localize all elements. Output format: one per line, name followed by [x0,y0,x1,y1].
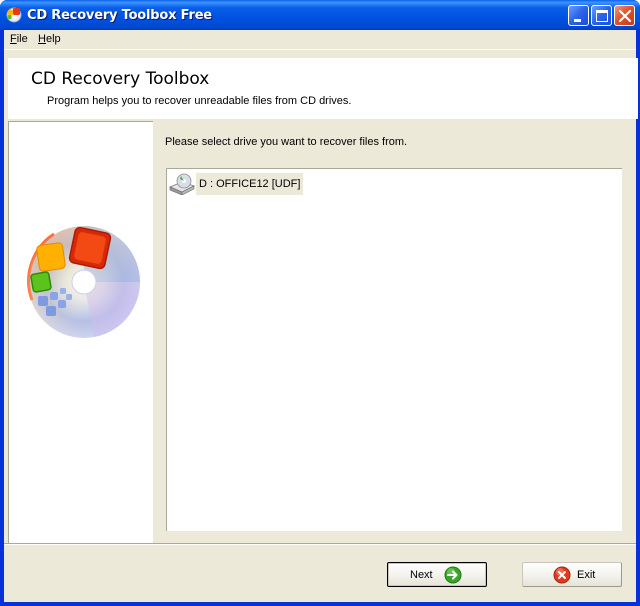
header-title: CD Recovery Toolbox [31,69,210,89]
app-icon [6,7,22,23]
menu-bar: File Help [4,30,636,49]
next-button[interactable]: Next [387,562,487,587]
title-bar[interactable]: CD Recovery Toolbox Free [0,0,640,30]
cd-drive-icon [169,173,195,195]
close-button[interactable] [614,5,635,26]
instruction-text: Please select drive you want to recover … [165,136,408,148]
drive-list[interactable]: D : OFFICE12 [UDF] [166,168,622,531]
next-button-label: Next [410,569,433,581]
green-arrow-right-icon [444,566,462,584]
close-icon [618,9,632,23]
menu-help-mnemonic: H [38,33,46,45]
menu-help-label: elp [45,33,61,45]
menu-separator [4,49,636,51]
menu-help[interactable]: Help [38,33,61,45]
footer-separator [4,543,636,545]
cd-logo-icon [27,226,140,338]
header-panel: CD Recovery Toolbox Program helps you to… [8,58,638,119]
maximize-icon [596,10,608,22]
exit-button-label: Exit [577,569,596,581]
menu-file[interactable]: File [10,33,28,45]
menu-file-label: ile [16,33,28,45]
minimize-icon [574,19,581,22]
exit-button[interactable]: Exit [522,562,622,587]
menu-file-mnemonic: F [10,33,17,45]
app-window: CD Recovery Toolbox Free File Help CD Re… [0,0,640,606]
minimize-button[interactable] [568,5,589,26]
side-image-panel [8,121,153,544]
client-area: File Help CD Recovery Toolbox Program he… [4,30,638,602]
window-title: CD Recovery Toolbox Free [27,8,212,23]
red-x-icon [553,566,571,584]
drive-label: D : OFFICE12 [UDF] [196,173,304,195]
header-subtitle: Program helps you to recover unreadable … [47,95,352,107]
maximize-button[interactable] [591,5,612,26]
